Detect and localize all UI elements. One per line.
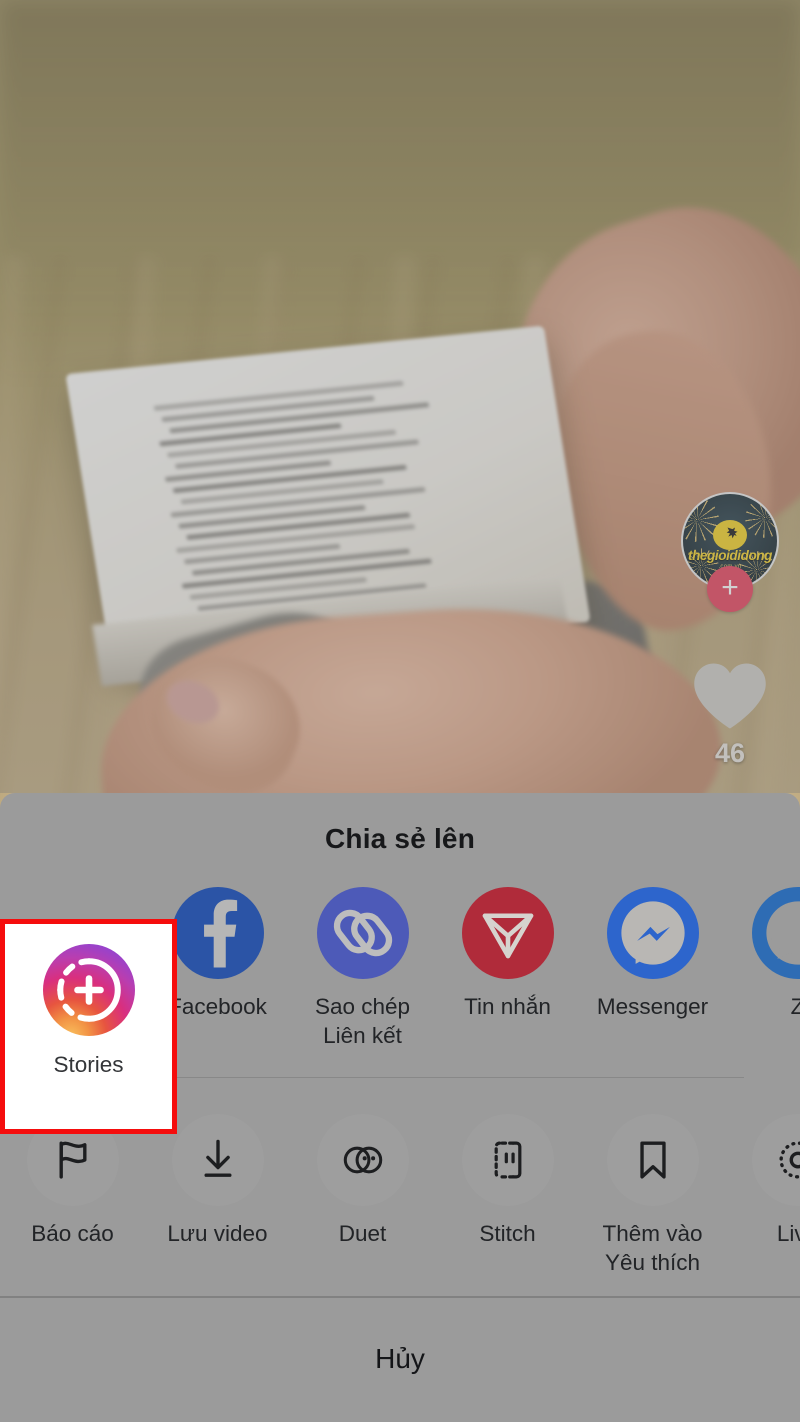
instagram-stories-icon [42, 944, 135, 1036]
action-label: Duet [338, 1221, 387, 1246]
action-label: Báo cáo [31, 1221, 114, 1246]
action-stitch[interactable]: Stitch [435, 1096, 580, 1296]
share-target-label: Facebook [168, 994, 267, 1019]
share-target-label: Sao chép Liên kết [314, 994, 411, 1048]
chain-link-glyph [333, 909, 392, 957]
stitch-icon [461, 1114, 554, 1206]
bookmark-glyph [639, 1141, 666, 1179]
action-live-photo[interactable]: Live [725, 1096, 800, 1296]
paper-plane-icon [461, 887, 554, 979]
stories-plus-ring-icon [56, 958, 121, 1022]
share-target-label: Messenger [596, 994, 709, 1019]
send-triangle-glyph [482, 913, 533, 959]
share-targets-row[interactable]: Stories Facebook Sao chép Liên kết Tin n… [0, 869, 800, 1134]
flag-glyph [59, 1141, 86, 1179]
messenger-bolt-glyph [620, 901, 685, 965]
action-label: Lưu video [167, 1221, 268, 1246]
action-label: Stitch [479, 1221, 536, 1246]
share-target-label: Tin nhắn [464, 994, 551, 1019]
share-target-copy-link[interactable]: Sao chép Liên kết [290, 869, 435, 1077]
duet-circles-glyph [343, 1146, 382, 1174]
bookmark-icon [606, 1114, 699, 1206]
share-target-label: Z [790, 994, 800, 1019]
cancel-button[interactable]: Hủy [0, 1298, 800, 1420]
download-icon [171, 1114, 264, 1206]
action-add-favorites[interactable]: Thêm vào Yêu thích [580, 1096, 725, 1296]
stitch-frame-glyph [494, 1141, 521, 1179]
facebook-icon [171, 887, 264, 979]
messenger-icon [606, 887, 699, 979]
share-target-label: Stories [53, 1052, 124, 1077]
share-sheet-title: Chia sẻ lên [324, 823, 476, 854]
live-photo-icon [751, 1114, 800, 1206]
share-target-messenger[interactable]: Messenger [580, 869, 725, 1077]
share-target-zalo[interactable]: Z [725, 869, 800, 1077]
zalo-icon [751, 887, 800, 979]
dim-overlay[interactable] [0, 0, 800, 793]
live-photo-glyph [778, 1141, 800, 1179]
link-icon [316, 887, 409, 979]
share-target-message[interactable]: Tin nhắn [435, 869, 580, 1077]
facebook-f-glyph [203, 899, 237, 968]
cancel-label: Hủy [375, 1343, 425, 1374]
tiktok-share-screen: thegioididong .com.vn + 46 Chia sẻ lên [0, 0, 800, 1422]
download-arrow-glyph [204, 1139, 231, 1177]
action-duet[interactable]: Duet [290, 1096, 435, 1296]
zalo-bubble-glyph [765, 901, 800, 965]
action-label: Thêm vào Yêu thích [602, 1221, 703, 1275]
share-sheet: Chia sẻ lên Stories Facebook Sao chép Li… [0, 793, 800, 1422]
action-label: Live [776, 1221, 800, 1246]
share-target-stories[interactable]: Stories [0, 919, 177, 1134]
duet-icon [316, 1114, 409, 1206]
